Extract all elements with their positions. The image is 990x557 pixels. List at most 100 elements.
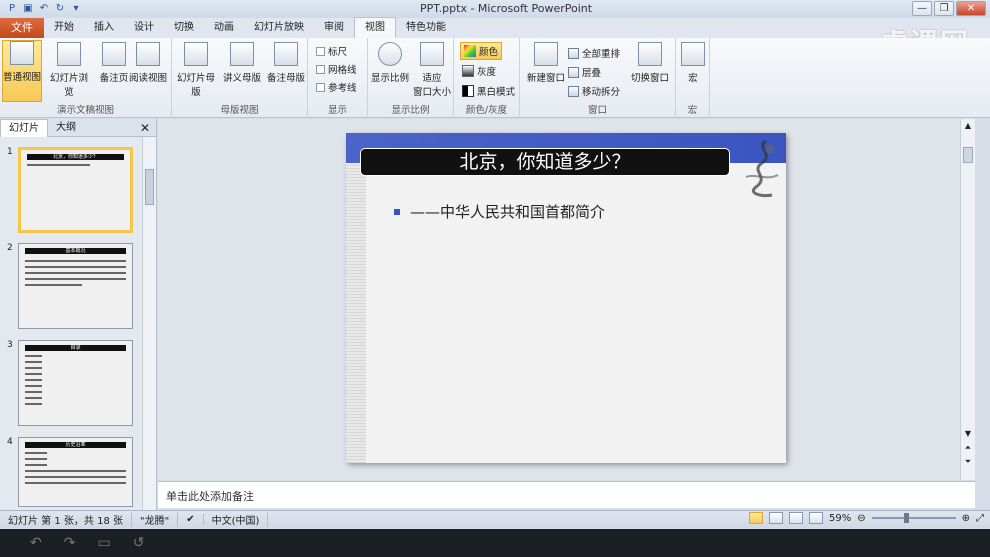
tab-slides[interactable]: 幻灯片 <box>0 118 48 137</box>
tab-insert[interactable]: 插入 <box>84 18 124 38</box>
language-indicator[interactable]: 中文(中国) <box>204 512 269 527</box>
tab-review[interactable]: 审阅 <box>314 18 354 38</box>
tab-design[interactable]: 设计 <box>124 18 164 38</box>
zoom-out-icon[interactable]: ⊖ <box>857 513 865 524</box>
taskbar-icon[interactable]: ↷ <box>64 535 76 551</box>
zoom-slider[interactable] <box>871 513 956 523</box>
redo-icon[interactable]: ↻ <box>54 3 66 15</box>
tab-slideshow[interactable]: 幻灯片放映 <box>244 18 314 38</box>
new-window-label: 新建窗口 <box>526 73 565 84</box>
slideshow-status-icon[interactable] <box>808 512 823 524</box>
thumbnail-text-line <box>25 355 42 357</box>
previous-slide-icon[interactable]: ⏶ <box>961 443 975 453</box>
cascade-label: 层叠 <box>582 68 602 79</box>
group-zoom: 显示比例 适应 窗口大小 显示比例 <box>368 38 454 118</box>
zoom-in-icon[interactable]: ⊕ <box>962 513 970 524</box>
normal-view-button[interactable]: 普通视图 <box>2 40 42 102</box>
guides-checkbox[interactable]: 参考线 <box>316 80 357 94</box>
slide-master-label: 幻灯片母版 <box>176 73 215 98</box>
thumbnail-image[interactable]: 目录 <box>18 340 133 426</box>
zoom-level[interactable]: 59% <box>829 513 851 524</box>
close-button[interactable]: ✕ <box>956 1 986 16</box>
normal-view-icon <box>10 41 34 65</box>
next-slide-icon[interactable]: ⏷ <box>961 457 975 467</box>
ruler-check-icon <box>316 46 325 56</box>
thumbnail-text-line <box>25 397 42 399</box>
customize-icon[interactable]: ▾ <box>70 3 82 15</box>
arrange-all-icon <box>568 47 579 59</box>
close-icon[interactable]: ✕ <box>140 121 150 135</box>
scroll-down-icon[interactable]: ▼ <box>961 429 975 438</box>
slide-canvas[interactable]: 北京，你知道多少？ ——中华人民共和国首都简介 <box>346 133 786 463</box>
fit-to-window-icon[interactable]: ⤢ <box>976 513 984 524</box>
thumbnail-title: 目录 <box>25 345 126 351</box>
tab-outline[interactable]: 大纲 <box>48 119 84 136</box>
ruler-checkbox[interactable]: 标尺 <box>316 44 347 58</box>
scroll-up-icon[interactable]: ▲ <box>961 121 975 130</box>
notes-master-label: 备注母版 <box>266 73 305 84</box>
slide-master-button[interactable]: 幻灯片母版 <box>176 42 216 98</box>
handout-master-button[interactable]: 讲义母版 <box>222 42 262 84</box>
taskbar-icon[interactable]: ↺ <box>133 535 145 551</box>
thumbnail-text-line <box>27 164 90 166</box>
thumbnail-image[interactable]: 北京，你知道多少？ <box>18 147 133 233</box>
fit-window-button[interactable]: 适应 窗口大小 <box>412 42 452 98</box>
notes-master-button[interactable]: 备注母版 <box>266 42 306 84</box>
thumbnail-text-line <box>25 403 42 405</box>
grayscale-button[interactable]: 灰度 <box>462 64 496 78</box>
thumbnail-image[interactable]: 基本概况 <box>18 243 133 329</box>
tab-home[interactable]: 开始 <box>44 18 84 38</box>
normal-view-status-icon[interactable] <box>748 512 763 524</box>
slides-panel-tabs: 幻灯片 大纲 <box>0 118 156 137</box>
macros-button[interactable]: 宏 <box>676 42 710 84</box>
switch-window-button[interactable]: 切换窗口 <box>628 42 672 84</box>
notes-pane[interactable]: 单击此处添加备注 <box>158 481 975 508</box>
magnifier-icon <box>378 42 402 66</box>
status-right-controls: 59% ⊖ ⊕ ⤢ <box>748 512 984 524</box>
slide-title[interactable]: 北京，你知道多少？ <box>360 148 730 176</box>
cascade-button[interactable]: 层叠 <box>568 65 601 79</box>
slide-sorter-status-icon[interactable] <box>768 512 783 524</box>
zoom-slider-handle[interactable] <box>903 513 909 523</box>
spellcheck-icon[interactable]: ✔ <box>178 514 204 525</box>
scrollbar-thumb[interactable] <box>145 169 154 205</box>
taskbar-icon[interactable]: ↶ <box>30 535 42 551</box>
slide-sorter-button[interactable]: 幻灯片浏览 <box>46 42 92 98</box>
color-button[interactable]: 颜色 <box>460 42 503 60</box>
thumbnail-text-line <box>25 391 42 393</box>
taskbar-icon[interactable]: ▭ <box>97 535 110 551</box>
tab-animations[interactable]: 动画 <box>204 18 244 38</box>
editor-scrollbar[interactable]: ▲ ▼ ⏶ ⏷ <box>960 119 975 480</box>
thumbnail-image[interactable]: 历史沿革 <box>18 437 133 507</box>
scrollbar-thumb[interactable] <box>963 147 973 163</box>
move-split-label: 移动拆分 <box>582 87 621 98</box>
gridlines-checkbox[interactable]: 网格线 <box>316 62 357 76</box>
guides-check-icon <box>316 82 325 92</box>
slide-number: 2 <box>7 243 13 253</box>
thumbnail-text-line <box>25 278 126 280</box>
ruler-label: 标尺 <box>328 47 348 58</box>
handout-master-icon <box>230 42 254 66</box>
reading-view-button[interactable]: 阅读视图 <box>128 42 168 84</box>
theme-name: "龙腾" <box>132 512 179 527</box>
move-split-button[interactable]: 移动拆分 <box>568 84 620 98</box>
black-white-button[interactable]: 黑白模式 <box>462 84 515 98</box>
new-window-button[interactable]: 新建窗口 <box>524 42 568 84</box>
restore-button[interactable]: ❐ <box>934 1 954 16</box>
slides-panel-scrollbar[interactable] <box>142 137 156 510</box>
save-icon[interactable]: ▣ <box>22 3 34 15</box>
minimize-button[interactable]: — <box>912 1 932 16</box>
tab-transitions[interactable]: 切换 <box>164 18 204 38</box>
tab-file[interactable]: 文件 <box>0 18 44 38</box>
macros-icon <box>681 42 705 66</box>
guides-label: 参考线 <box>328 83 357 94</box>
reading-view-label: 阅读视图 <box>128 73 167 84</box>
slide-bullet[interactable]: ——中华人民共和国首都简介 <box>394 201 605 222</box>
taskbar: ↶ ↷ ▭ ↺ <box>0 529 990 557</box>
arrange-all-button[interactable]: 全部重排 <box>568 46 620 60</box>
tab-special[interactable]: 特色功能 <box>396 18 456 38</box>
tab-view[interactable]: 视图 <box>354 17 396 38</box>
reading-view-status-icon[interactable] <box>788 512 803 524</box>
undo-icon[interactable]: ↶ <box>38 3 50 15</box>
zoom-button[interactable]: 显示比例 <box>370 42 410 84</box>
